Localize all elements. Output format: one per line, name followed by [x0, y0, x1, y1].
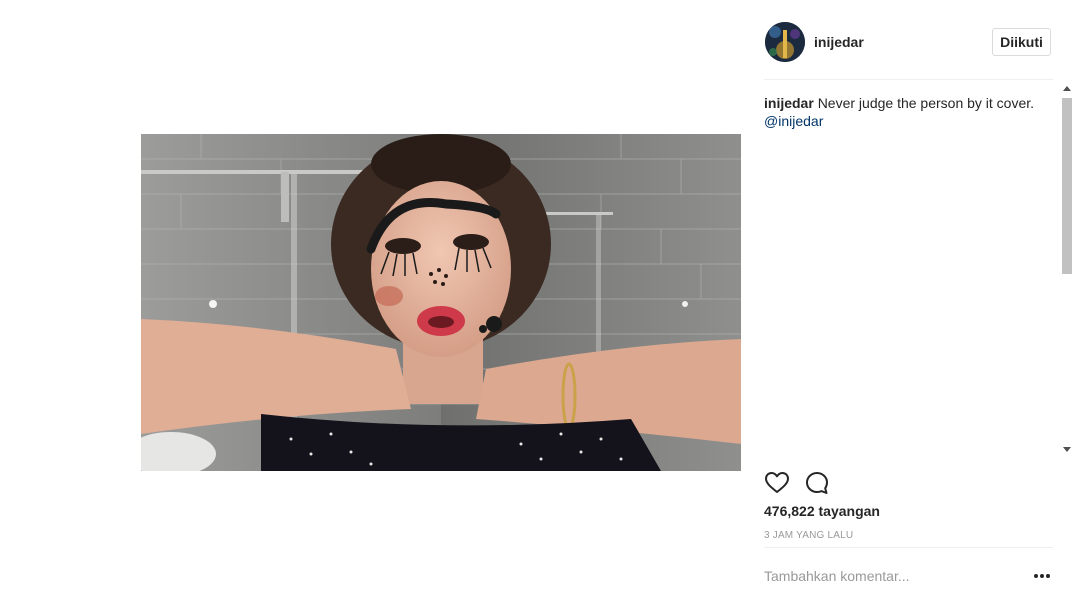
post-caption: inijedar Never judge the person by it co…	[764, 94, 1044, 130]
caption-username[interactable]: inijedar	[764, 95, 814, 111]
caption-mention-link[interactable]: @inijedar	[764, 112, 1044, 130]
caption-text: Never judge the person by it cover.	[817, 95, 1035, 111]
post-timestamp[interactable]: 3 JAM YANG LALU	[764, 530, 853, 541]
following-button[interactable]: Diikuti	[992, 28, 1051, 56]
comments-scrollbar[interactable]	[1060, 80, 1074, 460]
add-comment-input[interactable]	[764, 566, 1014, 586]
heart-icon[interactable]	[764, 470, 790, 496]
video-frame	[141, 134, 741, 471]
comment-bubble-icon[interactable]	[804, 470, 830, 496]
scrollbar-thumb[interactable]	[1062, 98, 1072, 274]
post-sidebar: inijedar Diikuti inijedar Never judge th…	[764, 0, 1074, 599]
comments-area: inijedar Never judge the person by it co…	[764, 80, 1053, 460]
scroll-up-arrow-icon[interactable]	[1063, 86, 1071, 91]
scroll-down-arrow-icon[interactable]	[1063, 447, 1071, 452]
post-video[interactable]	[141, 134, 741, 471]
footer-divider	[764, 547, 1053, 548]
post-page: inijedar Diikuti inijedar Never judge th…	[0, 0, 1074, 599]
post-author-username[interactable]: inijedar	[814, 34, 864, 50]
avatar-image	[765, 22, 805, 62]
profile-avatar[interactable]	[765, 22, 805, 62]
more-options-icon[interactable]	[1032, 568, 1052, 584]
view-count[interactable]: 476,822 tayangan	[764, 503, 880, 519]
post-header: inijedar Diikuti	[764, 22, 1053, 62]
